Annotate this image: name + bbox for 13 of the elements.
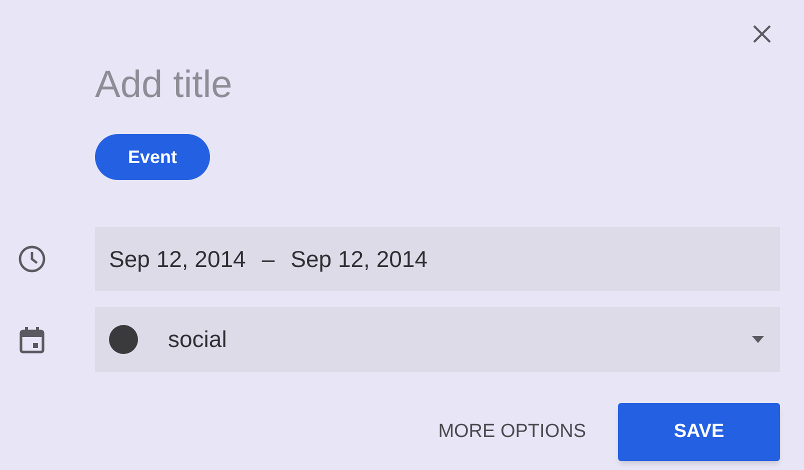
dropdown-caret-icon	[752, 336, 764, 343]
clock-icon	[16, 244, 46, 274]
save-button[interactable]: SAVE	[618, 403, 780, 461]
date-separator: –	[262, 244, 275, 274]
end-date: Sep 12, 2014	[290, 244, 428, 274]
calendar-icon	[18, 326, 44, 354]
date-range-field[interactable]: Sep 12, 2014 – Sep 12, 2014	[95, 227, 780, 291]
start-date: Sep 12, 2014	[109, 244, 246, 274]
more-options-button[interactable]: MORE OPTIONS	[436, 412, 588, 452]
event-type-chip[interactable]: Event	[95, 134, 210, 180]
calendar-select[interactable]: social	[95, 307, 780, 372]
calendar-name: social	[168, 325, 227, 354]
title-field[interactable]: Add title	[95, 60, 595, 110]
